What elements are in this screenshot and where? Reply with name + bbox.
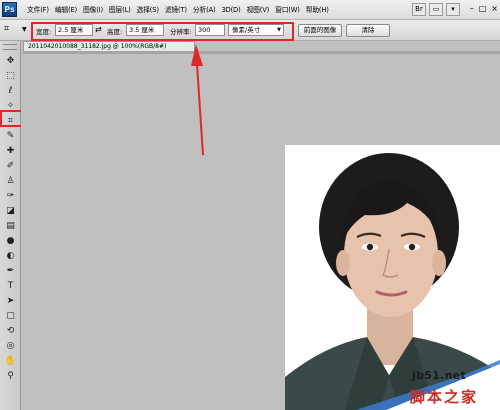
watermark-url: jb51.net (412, 369, 467, 382)
arrow-head (191, 44, 203, 66)
site-watermark: jb51.net 脚本之家 (356, 360, 500, 410)
watermark-name: 脚本之家 (410, 388, 479, 406)
arrow-shaft (196, 63, 204, 156)
